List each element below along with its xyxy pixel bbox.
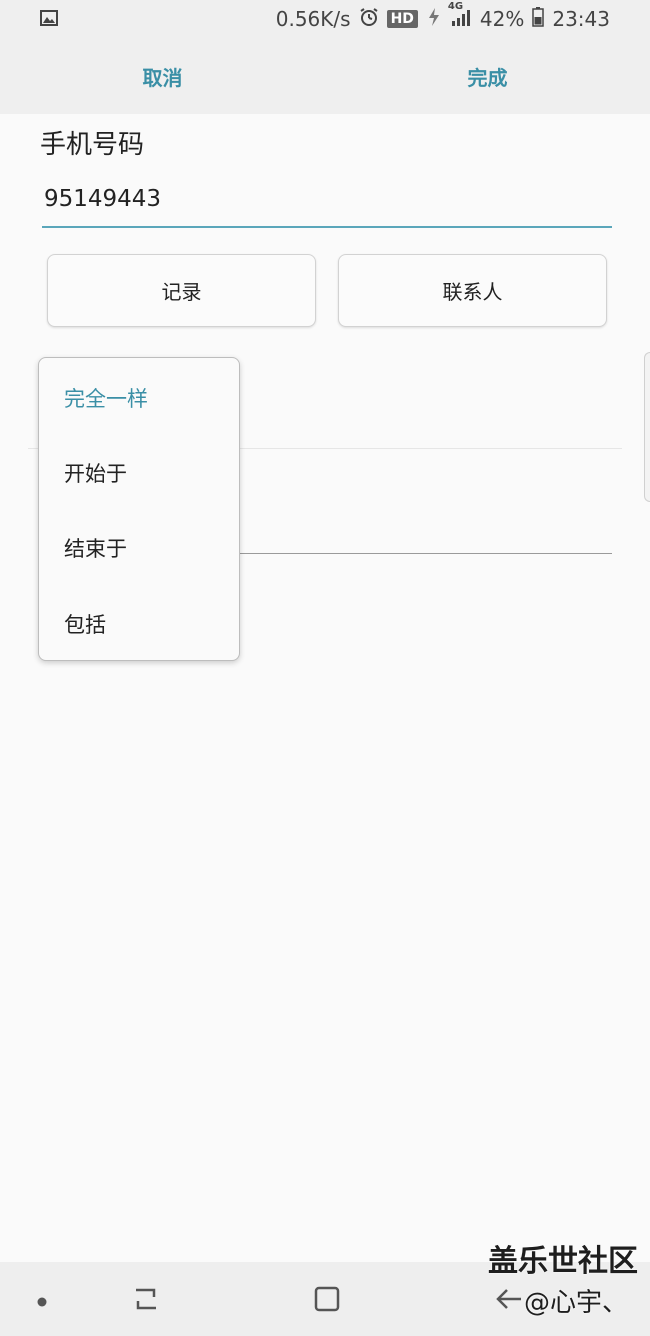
clock: 23:43 [552, 7, 610, 31]
dropdown-item-ends-with[interactable]: 结束于 [39, 510, 239, 586]
watermark-author: @心宇、 [523, 1288, 628, 1318]
network-type: 4G [447, 1, 464, 12]
dropdown-item-starts-with[interactable]: 开始于 [39, 435, 239, 511]
home-icon[interactable] [313, 1285, 341, 1317]
hd-badge: HD [386, 10, 418, 28]
dropdown-item-exact-match[interactable]: 完全一样 [39, 360, 239, 436]
watermark-title: 盖乐世社区 [488, 1244, 638, 1279]
recent-apps-icon[interactable] [132, 1286, 160, 1316]
data-saver-icon [426, 7, 442, 32]
done-button[interactable]: 完成 [325, 38, 650, 114]
action-bar: 取消 完成 [0, 38, 650, 114]
match-type-dropdown: 完全一样 开始于 结束于 包括 [38, 357, 240, 661]
image-icon [40, 10, 58, 26]
phone-number-input[interactable]: 95149443 [42, 180, 612, 228]
edge-panel-handle[interactable] [644, 352, 650, 502]
network-speed: 0.56K/s [275, 7, 351, 31]
dropdown-item-contains[interactable]: 包括 [39, 586, 239, 662]
alarm-icon [359, 7, 379, 32]
records-button[interactable]: 记录 [47, 254, 316, 327]
battery-icon [532, 6, 545, 32]
field-label: 手机号码 [40, 130, 145, 160]
dot-icon[interactable] [36, 1293, 48, 1312]
contacts-button[interactable]: 联系人 [338, 254, 607, 327]
status-bar: 0.56K/s HD 4G 42% 23:43 [0, 0, 650, 38]
signal-icon: 4G [448, 1, 472, 31]
back-icon[interactable] [495, 1286, 523, 1316]
battery-percent: 42% [479, 7, 525, 31]
status-indicators: 0.56K/s HD 4G 42% 23:43 [276, 0, 610, 38]
cancel-button[interactable]: 取消 [0, 38, 325, 114]
